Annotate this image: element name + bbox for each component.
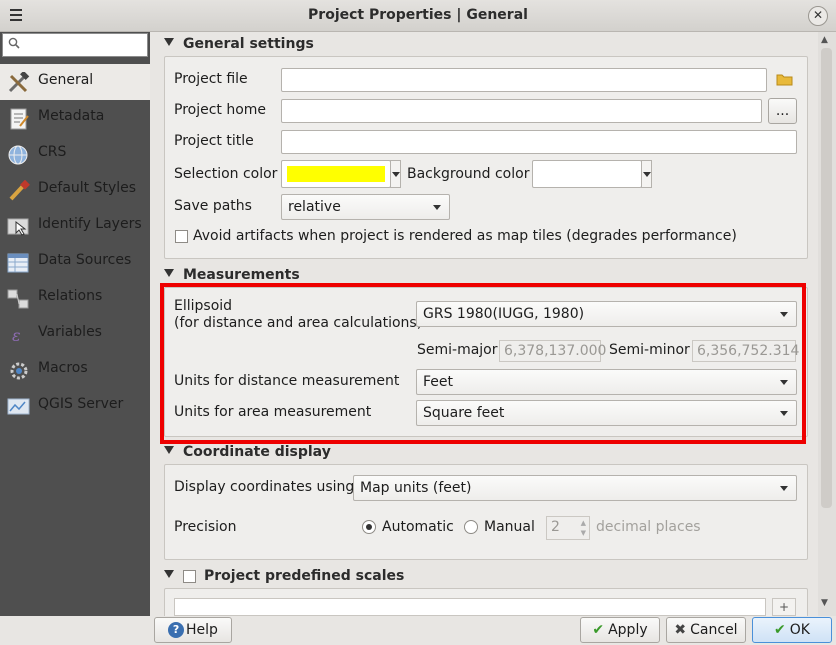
search-icon (8, 37, 20, 49)
identify-icon (7, 218, 29, 236)
sidebar-item-qgis-server[interactable]: QGIS Server (0, 388, 150, 424)
collapse-arrow-icon (164, 38, 174, 46)
general-settings-header[interactable]: General settings (164, 36, 314, 52)
help-icon: ? (168, 622, 185, 638)
measurements-header[interactable]: Measurements (164, 267, 300, 283)
avoid-artifacts-label: Avoid artifacts when project is rendered… (193, 228, 737, 244)
sidebar-item-identify-layers[interactable]: Identify Layers (0, 208, 150, 244)
project-file-input[interactable] (281, 68, 767, 92)
sidebar-item-macros[interactable]: Macros (0, 352, 150, 388)
automatic-radio[interactable] (362, 520, 376, 534)
cancel-button[interactable]: ✖ Cancel (666, 617, 746, 643)
sidebar-item-label: Macros (38, 360, 88, 376)
scrollbar-thumb[interactable] (821, 48, 832, 508)
sidebar-item-default-styles[interactable]: Default Styles (0, 172, 150, 208)
add-scale-icon[interactable]: + (772, 598, 796, 616)
save-paths-label: Save paths (174, 198, 252, 214)
highlight-annotation (160, 283, 806, 444)
sidebar-item-general[interactable]: General (0, 64, 150, 100)
chevron-down-icon (433, 205, 441, 210)
browse-button[interactable]: ... (768, 98, 797, 124)
project-title-input[interactable] (281, 130, 797, 154)
macros-icon (10, 362, 28, 380)
selection-color-dropdown[interactable] (390, 160, 401, 188)
precision-label: Precision (174, 519, 237, 535)
predefined-scales-checkbox[interactable] (183, 570, 196, 583)
background-color-button[interactable] (532, 160, 642, 188)
save-paths-select[interactable]: relative (281, 194, 450, 220)
folder-icon[interactable] (776, 72, 793, 86)
sidebar-item-crs[interactable]: CRS (0, 136, 150, 172)
display-coordinates-label: Display coordinates using (174, 479, 355, 495)
collapse-arrow-icon (164, 446, 174, 454)
scroll-up-arrow-icon[interactable]: ▲ (821, 35, 828, 45)
manual-radio[interactable] (464, 520, 478, 534)
chevron-down-icon (780, 486, 788, 491)
sidebar-item-label: QGIS Server (38, 396, 124, 412)
sidebar-item-label: General (38, 72, 94, 88)
sidebar-item-label: CRS (38, 144, 67, 160)
svg-text:ε: ε (12, 326, 21, 345)
table-icon (7, 253, 29, 273)
automatic-label: Automatic (382, 519, 454, 535)
scales-list[interactable] (174, 598, 766, 616)
display-coordinates-select[interactable]: Map units (feet) (353, 475, 797, 501)
sidebar-item-relations[interactable]: Relations (0, 280, 150, 316)
background-color-swatch (538, 166, 636, 182)
sidebar-item-label: Metadata (38, 108, 105, 124)
project-home-label: Project home (174, 102, 267, 118)
checkmark-icon: ✔ (774, 622, 786, 638)
project-title-label: Project title (174, 133, 254, 149)
checkmark-icon: ✔ (592, 622, 605, 638)
close-icon[interactable]: ✕ (808, 6, 828, 26)
background-color-dropdown[interactable] (641, 160, 652, 188)
server-icon (7, 398, 30, 415)
scroll-down-arrow-icon[interactable]: ▼ (821, 598, 828, 608)
globe-icon (8, 145, 28, 165)
sidebar-item-label: Identify Layers (38, 216, 142, 232)
background-color-label: Background color (407, 166, 530, 182)
ok-button[interactable]: ✔ OK (752, 617, 832, 643)
selection-color-button[interactable] (281, 160, 391, 188)
window-title: Project Properties | General (308, 7, 528, 23)
apply-button[interactable]: ✔ Apply (580, 617, 660, 643)
tools-icon (8, 72, 30, 93)
decimal-places-label: decimal places (596, 519, 701, 535)
spinner-arrows-icon: ▲ ▼ (580, 519, 586, 537)
cross-icon: ✖ (674, 622, 687, 638)
sidebar-search-input[interactable] (2, 33, 148, 57)
coordinate-display-header[interactable]: Coordinate display (164, 444, 331, 460)
sidebar-item-metadata[interactable]: Metadata (0, 100, 150, 136)
selection-color-swatch (287, 166, 385, 182)
project-file-label: Project file (174, 71, 248, 87)
sidebar-item-label: Variables (38, 324, 102, 340)
avoid-artifacts-checkbox[interactable] (175, 230, 188, 243)
help-button[interactable]: ? Help (154, 617, 232, 643)
sidebar-item-label: Data Sources (38, 252, 132, 268)
predefined-scales-header[interactable] (164, 568, 183, 584)
sidebar-item-data-sources[interactable]: Data Sources (0, 244, 150, 280)
collapse-arrow-icon (164, 269, 174, 277)
decimal-places-spinbox: 2 ▲ ▼ (546, 516, 590, 540)
sidebar-item-label: Relations (38, 288, 103, 304)
sidebar-item-label: Default Styles (38, 180, 137, 196)
relations-icon (7, 289, 29, 309)
project-home-input[interactable] (281, 99, 762, 123)
document-icon (10, 108, 29, 130)
manual-label: Manual (484, 519, 535, 535)
paintbrush-icon (9, 180, 30, 201)
sidebar-item-variables[interactable]: ε Variables (0, 316, 150, 352)
variables-icon: ε (12, 326, 21, 345)
selection-color-label: Selection color (174, 166, 278, 182)
title-bar: Project Properties | General ✕ (0, 0, 836, 32)
collapse-arrow-icon (164, 570, 174, 578)
predefined-scales-label: Project predefined scales (204, 568, 405, 584)
